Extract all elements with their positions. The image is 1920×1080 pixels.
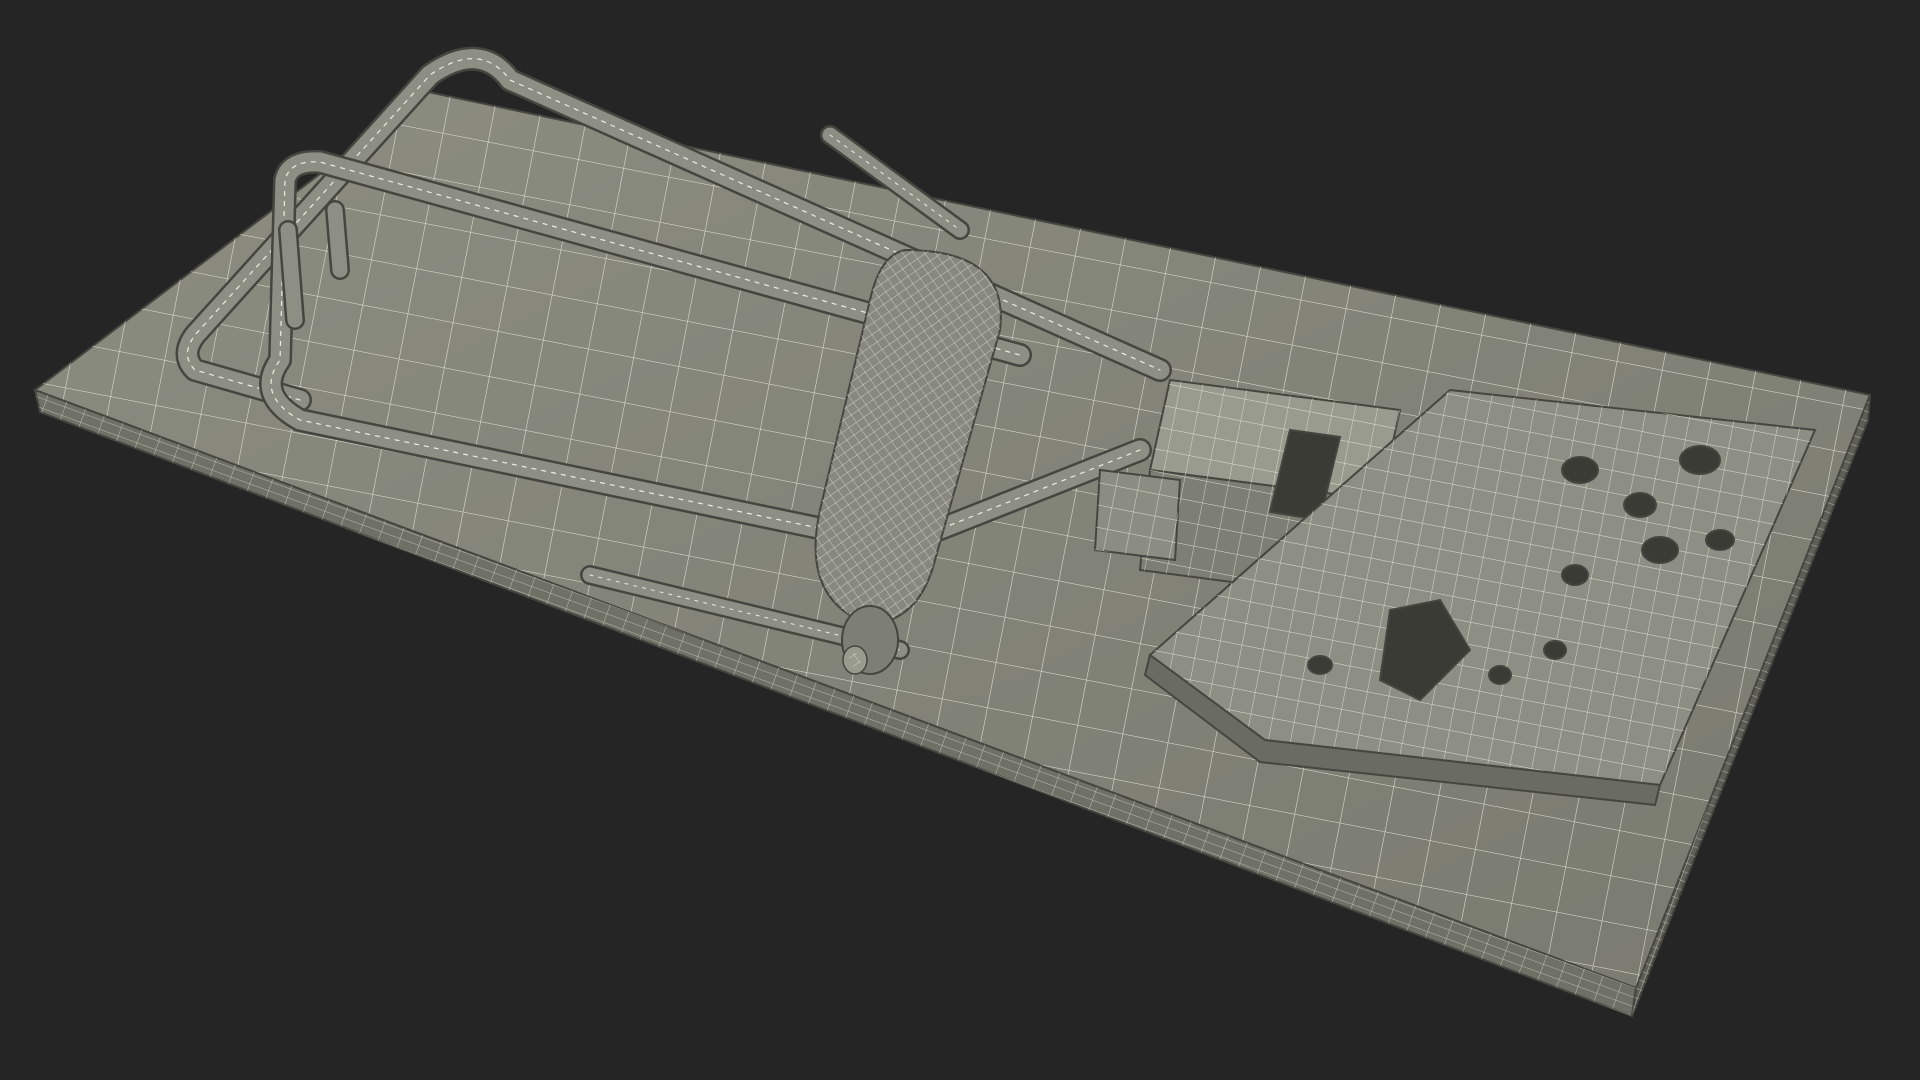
render-viewport bbox=[32, 46, 1872, 1018]
